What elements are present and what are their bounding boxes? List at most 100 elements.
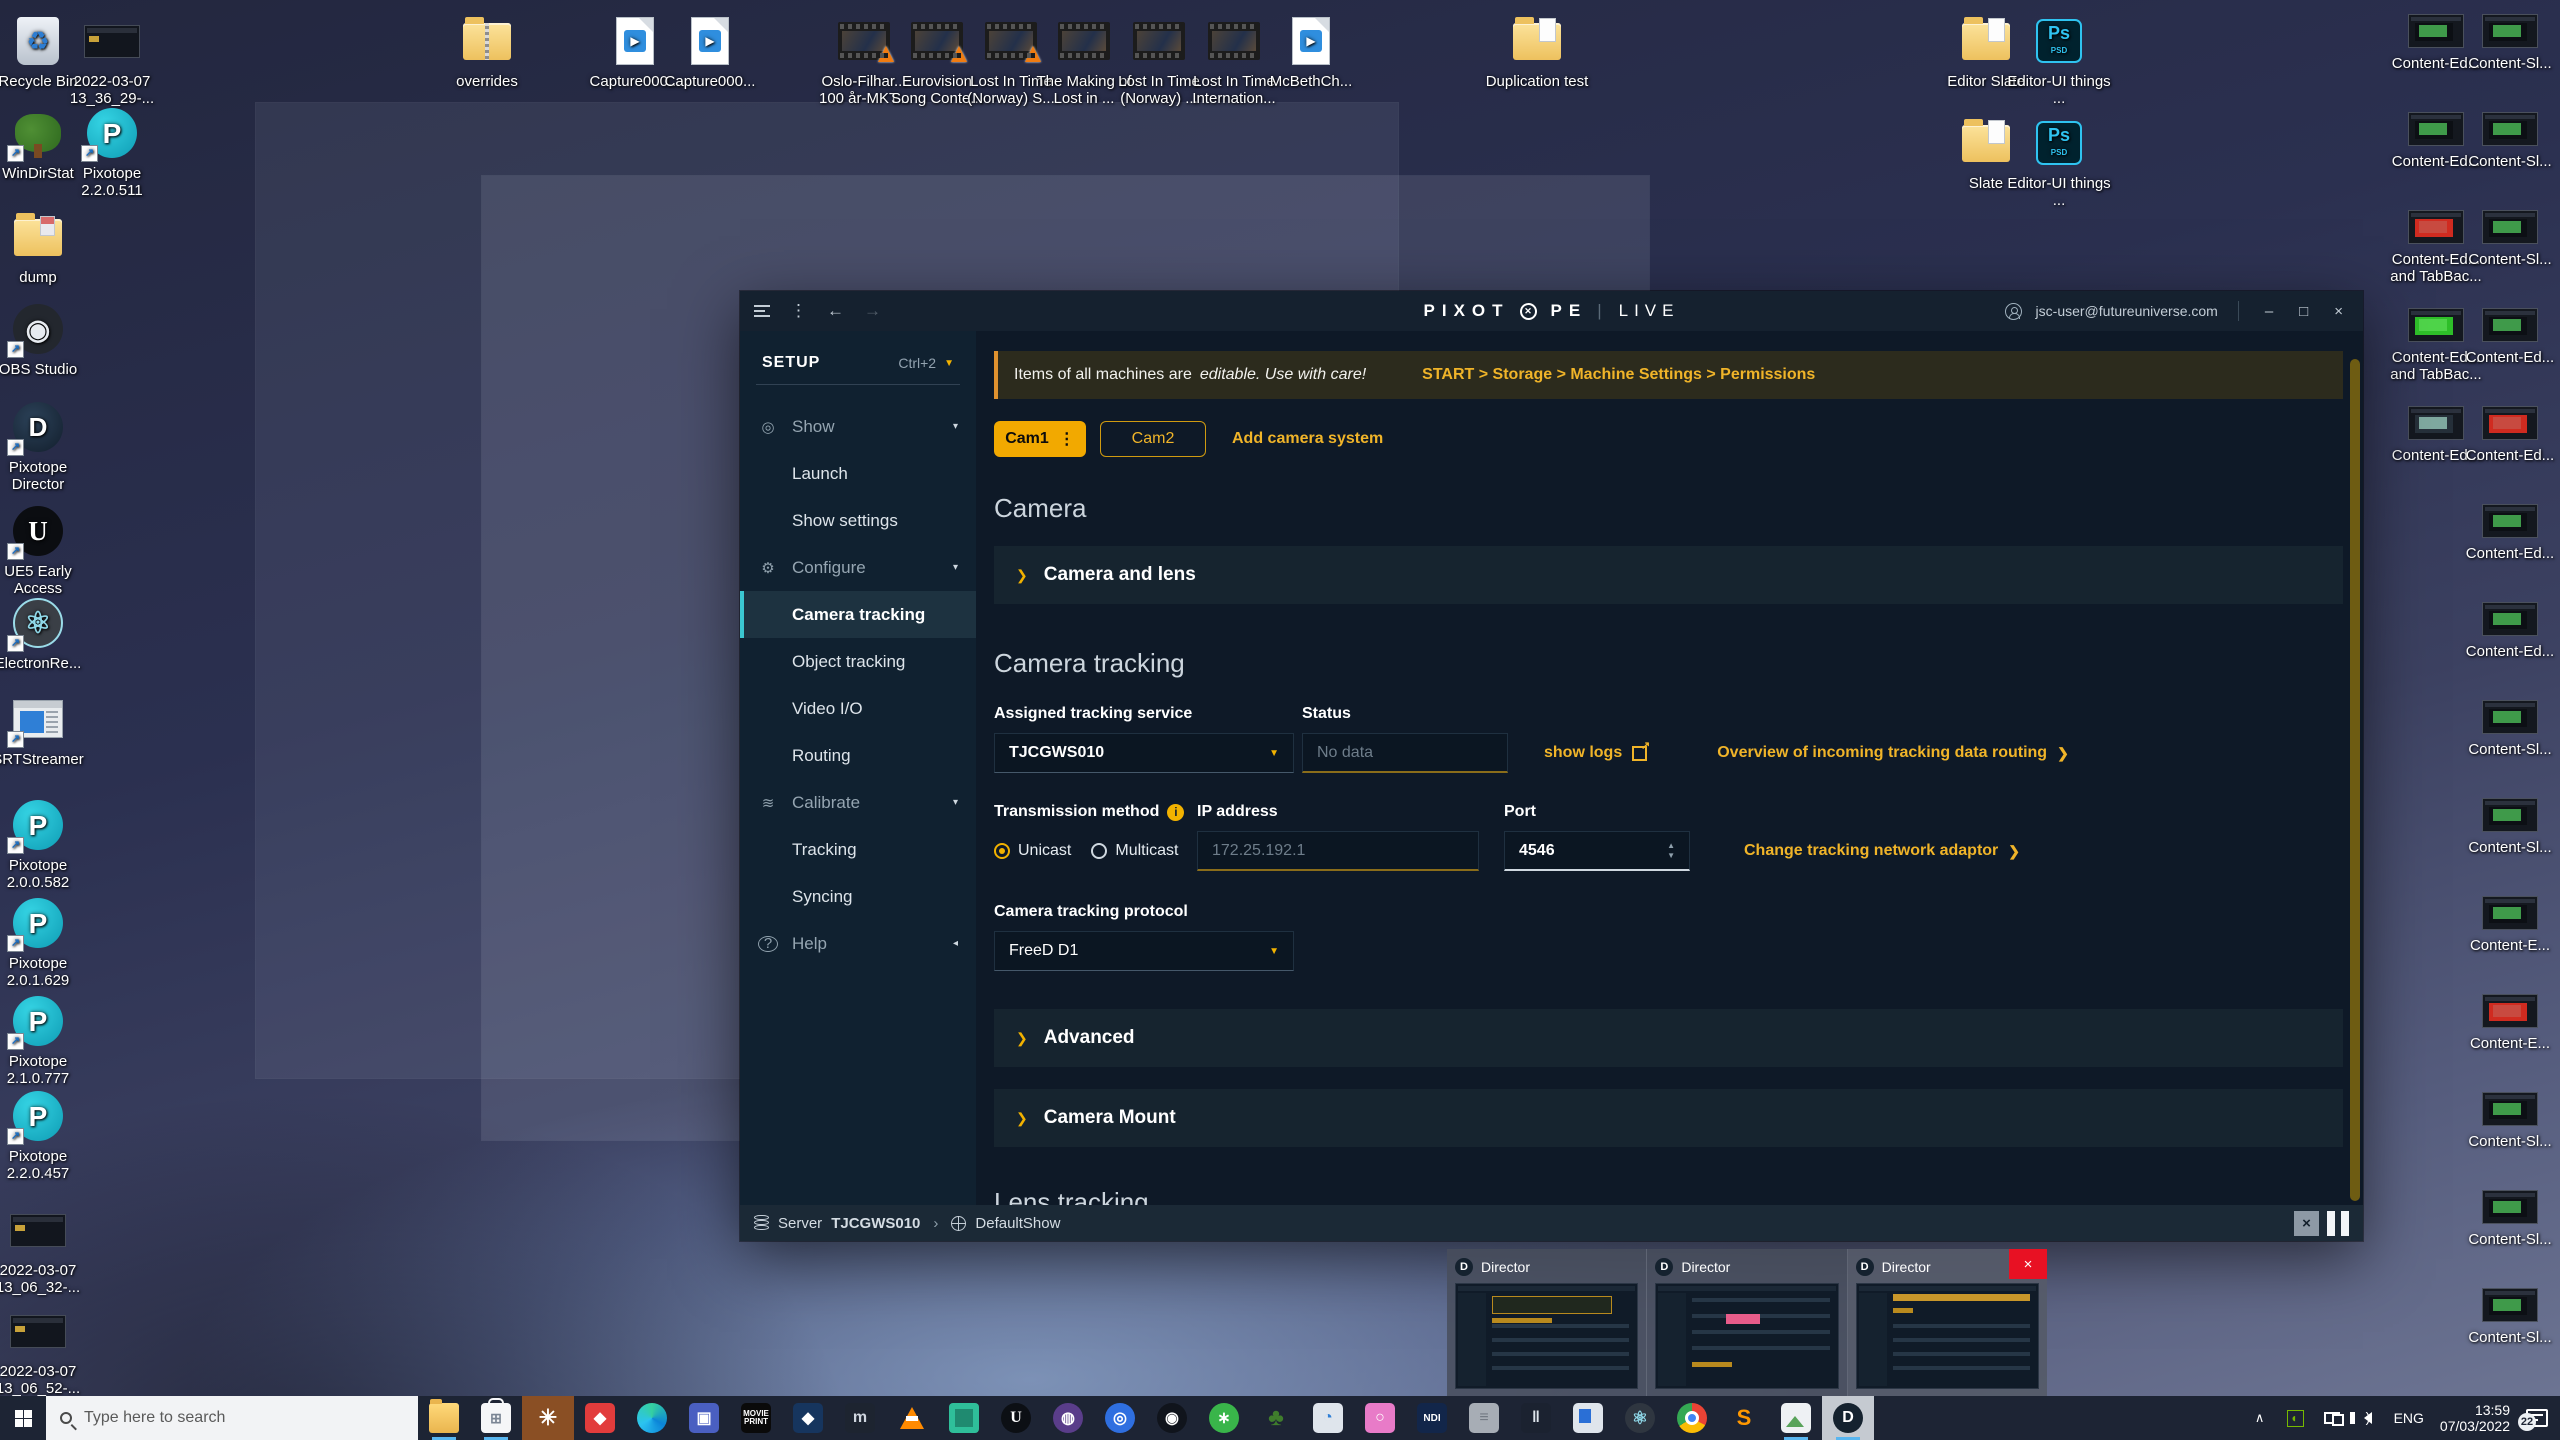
tab-cam1[interactable]: Cam1 ⋮: [994, 421, 1086, 457]
user-email[interactable]: jsc-user@futureuniverse.com: [2036, 303, 2218, 319]
desktop-icon[interactable]: Content-Sl...: [2458, 1188, 2560, 1248]
desktop-icon[interactable]: P↗Pixotope 2.0.1.629: [0, 896, 90, 989]
maximize-button[interactable]: □: [2293, 303, 2314, 320]
ip-address-input[interactable]: 172.25.192.1: [1197, 831, 1479, 871]
desktop-icon[interactable]: Content-Sl...: [2458, 12, 2560, 72]
desktop-icon[interactable]: PsPSDEditor-UI things ...: [2007, 116, 2111, 209]
desktop-icon[interactable]: overrides: [435, 14, 539, 90]
database-app-taskbar-button[interactable]: ≡: [1458, 1396, 1510, 1440]
multicast-radio[interactable]: Multicast: [1091, 842, 1178, 860]
terminal-app-taskbar-button[interactable]: [938, 1396, 990, 1440]
start-button[interactable]: [0, 1396, 46, 1440]
port-stepper[interactable]: ▲ ▼: [1667, 842, 1675, 860]
unreal-engine-taskbar-button[interactable]: U: [990, 1396, 1042, 1440]
sidebar-item-help[interactable]: ?Help◂: [740, 920, 976, 967]
windirstat-taskbar-button[interactable]: ♣: [1250, 1396, 1302, 1440]
sidebar-item-camera-tracking[interactable]: Camera tracking: [740, 591, 976, 638]
user-avatar-icon[interactable]: [2005, 303, 2022, 320]
desktop-icon[interactable]: P↗Pixotope 2.2.0.457: [0, 1089, 90, 1182]
desktop-icon[interactable]: Content-Sl...: [2458, 110, 2560, 170]
director-preview[interactable]: DDirector: [1647, 1249, 1847, 1396]
sidebar-item-show-settings[interactable]: Show settings: [740, 497, 976, 544]
volume-tray-icon[interactable]: [2358, 1408, 2378, 1428]
overview-tracking-routing-link[interactable]: Overview of incoming tracking data routi…: [1717, 744, 2069, 762]
director-preview[interactable]: DDirector: [1447, 1249, 1647, 1396]
tab-cam1-menu-icon[interactable]: ⋮: [1059, 429, 1075, 449]
pink-app-taskbar-button[interactable]: ○: [1354, 1396, 1406, 1440]
sublime-taskbar-button[interactable]: S: [1718, 1396, 1770, 1440]
default-show-value[interactable]: DefaultShow: [975, 1215, 1060, 1232]
desktop-icon[interactable]: ↗SRTStreamer: [0, 692, 90, 768]
vlc-taskbar-button[interactable]: [886, 1396, 938, 1440]
sidebar-item-show[interactable]: ◎Show▾: [740, 403, 976, 450]
sidebar-item-calibrate[interactable]: ≋Calibrate▾: [740, 779, 976, 826]
setup-selector[interactable]: SETUP Ctrl+2 ▼: [756, 345, 960, 385]
desktop-icon[interactable]: Content-Sl...: [2458, 1090, 2560, 1150]
desktop-icon[interactable]: ⚛↗ElectronRe...: [0, 596, 90, 672]
file-explorer-taskbar-button[interactable]: [418, 1396, 470, 1440]
github-taskbar-button[interactable]: ◍: [1042, 1396, 1094, 1440]
window-scrollbar[interactable]: [2350, 359, 2360, 1159]
window-app-taskbar-button[interactable]: [1562, 1396, 1614, 1440]
pin-app-taskbar-button[interactable]: ◎: [1094, 1396, 1146, 1440]
close-button[interactable]: ×: [2328, 303, 2349, 320]
language-indicator[interactable]: ENG: [2394, 1410, 2424, 1426]
taskbar-search-input[interactable]: Type here to search: [46, 1396, 418, 1440]
slack-taskbar-button[interactable]: ✳: [522, 1396, 574, 1440]
desktop-icon[interactable]: Content-Sl...: [2458, 1286, 2560, 1346]
obs-taskbar-button[interactable]: ◉: [1146, 1396, 1198, 1440]
add-camera-system-button[interactable]: Add camera system: [1232, 430, 1383, 448]
desktop-icon[interactable]: D↗Pixotope Director: [0, 400, 90, 493]
red-app-taskbar-button[interactable]: ◆: [574, 1396, 626, 1440]
desktop-icon[interactable]: U↗UE5 Early Access: [0, 504, 90, 597]
sidebar-item-tracking[interactable]: Tracking: [740, 826, 976, 873]
change-network-adaptor-link[interactable]: Change tracking network adaptor ❯: [1744, 842, 2020, 860]
server-value[interactable]: TJCGWS010: [831, 1215, 920, 1232]
desktop-icon[interactable]: P↗Pixotope 2.1.0.777: [0, 994, 90, 1087]
status-input[interactable]: No data: [1302, 733, 1508, 773]
desktop-icon[interactable]: ◉↗OBS Studio: [0, 302, 90, 378]
desktop-icon[interactable]: Content-E...: [2458, 894, 2560, 954]
assigned-tracking-service-select[interactable]: TJCGWS010 ▼: [994, 733, 1294, 773]
desktop-icon[interactable]: Duplication test: [1485, 14, 1589, 90]
desktop-icon[interactable]: 2022-03-07 13_06_52-...: [0, 1304, 90, 1397]
desktop-icon[interactable]: PsPSDEditor-UI things ...: [2007, 14, 2111, 107]
unicast-radio[interactable]: Unicast: [994, 842, 1071, 860]
pixotope-director-taskbar-button[interactable]: D: [1822, 1396, 1874, 1440]
sidebar-item-routing[interactable]: Routing: [740, 732, 976, 779]
tab-cam2[interactable]: Cam2: [1100, 421, 1206, 457]
pause-button[interactable]: [2327, 1211, 2349, 1236]
desktop-icon[interactable]: Content-Ed...: [2458, 306, 2560, 366]
desktop-icon[interactable]: Content-Sl...: [2458, 208, 2560, 268]
photos-app-taskbar-button[interactable]: [1770, 1396, 1822, 1440]
desktop-icon[interactable]: Content-Ed...: [2458, 502, 2560, 562]
status-close-button[interactable]: ×: [2294, 1211, 2319, 1236]
ndi-taskbar-button[interactable]: NDI: [1406, 1396, 1458, 1440]
leaf-app-taskbar-button[interactable]: ∗: [1198, 1396, 1250, 1440]
bars-app-taskbar-button[interactable]: ‖: [1510, 1396, 1562, 1440]
microsoft-store-taskbar-button[interactable]: [470, 1396, 522, 1440]
minimize-button[interactable]: –: [2259, 303, 2279, 320]
port-input[interactable]: 4546 ▲ ▼: [1504, 831, 1690, 871]
sidebar-item-configure[interactable]: ⚙Configure▾: [740, 544, 976, 591]
navy-app-taskbar-button[interactable]: ◆: [782, 1396, 834, 1440]
sidebar-item-object-tracking[interactable]: Object tracking: [740, 638, 976, 685]
camera-and-lens-panel[interactable]: ❯ Camera and lens: [994, 546, 2343, 604]
info-icon[interactable]: i: [1167, 804, 1184, 821]
sidebar-item-syncing[interactable]: Syncing: [740, 873, 976, 920]
preview-close-button[interactable]: ×: [2009, 1249, 2047, 1279]
camera-mount-panel[interactable]: ❯ Camera Mount: [994, 1089, 2343, 1147]
edge-taskbar-button[interactable]: [626, 1396, 678, 1440]
desktop-icon[interactable]: ▶Capture000...: [658, 14, 762, 90]
collapse-sidebar-icon[interactable]: [754, 305, 770, 317]
scrollbar-thumb[interactable]: [2350, 359, 2360, 1201]
show-logs-link[interactable]: show logs: [1544, 744, 1647, 762]
notification-center-icon[interactable]: 22: [2526, 1409, 2548, 1427]
banner-permissions-link[interactable]: START > Storage > Machine Settings > Per…: [1422, 366, 1815, 384]
desktop-icon[interactable]: dump: [0, 210, 90, 286]
sidebar-item-launch[interactable]: Launch: [740, 450, 976, 497]
spin-up-icon[interactable]: ▲: [1667, 842, 1675, 850]
sidebar-item-video-i-o[interactable]: Video I/O: [740, 685, 976, 732]
chrome-taskbar-button[interactable]: [1666, 1396, 1718, 1440]
dark-app-taskbar-button[interactable]: m: [834, 1396, 886, 1440]
